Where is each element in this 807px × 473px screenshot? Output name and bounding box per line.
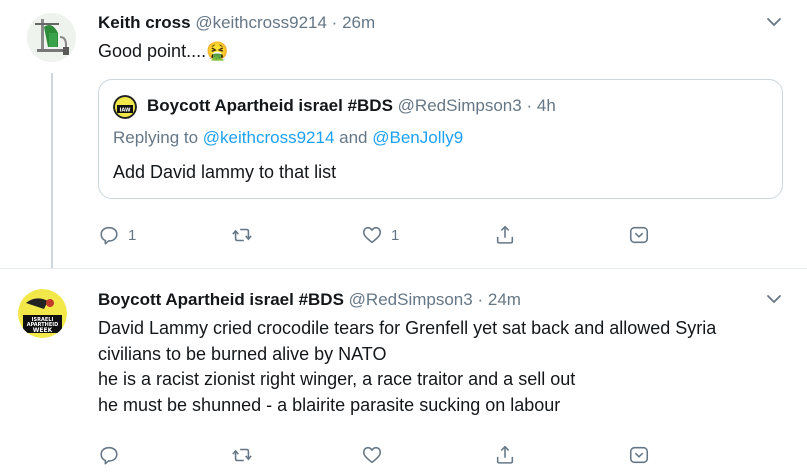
tweet-line: he is a racist zionist right winger, a r… xyxy=(98,369,576,389)
tweet-text: Good point....🤮 xyxy=(98,38,229,64)
reply-icon xyxy=(100,226,118,245)
dm-button[interactable] xyxy=(628,443,650,467)
replying-to-label: Replying to xyxy=(113,128,199,147)
tweet-header: Keith cross @keithcross9214 · 26m xyxy=(98,13,375,33)
svg-text:WEEK: WEEK xyxy=(33,327,53,334)
lab-equipment-icon xyxy=(27,13,76,62)
tweet-line: David Lammy cried crocodile tears for Gr… xyxy=(98,318,717,338)
chevron-down-box-icon xyxy=(629,446,649,464)
heart-icon xyxy=(362,226,382,244)
tweet-time[interactable]: 26m xyxy=(342,13,375,32)
author-handle[interactable]: @RedSimpson3 xyxy=(349,290,473,309)
replying-to: Replying to @keithcross9214 and @BenJoll… xyxy=(113,128,463,148)
share-icon xyxy=(496,445,514,464)
author-name[interactable]: Keith cross xyxy=(98,13,191,32)
share-button[interactable] xyxy=(494,443,516,467)
tweet-keith-cross[interactable]: Keith cross @keithcross9214 · 26m Good p… xyxy=(0,0,807,268)
tweet-header: Boycott Apartheid israel #BDS @RedSimpso… xyxy=(98,290,521,310)
vomit-emoji: 🤮 xyxy=(206,41,229,61)
svg-text:IAW: IAW xyxy=(119,108,131,114)
like-button[interactable] xyxy=(361,443,391,467)
retweet-button[interactable] xyxy=(231,443,261,467)
quoted-time[interactable]: 4h xyxy=(537,96,556,115)
reply-icon xyxy=(100,446,118,465)
tweet-line: civilians to be burned alive by NATO xyxy=(98,343,387,364)
replying-and: and xyxy=(339,128,368,147)
separator: · xyxy=(477,290,484,309)
like-count: 1 xyxy=(391,226,400,244)
chevron-down-icon[interactable] xyxy=(765,13,783,31)
tweet-text-body: Good point.... xyxy=(98,41,207,61)
quoted-header: Boycott Apartheid israel #BDS @RedSimpso… xyxy=(147,96,556,116)
share-button[interactable] xyxy=(494,223,516,247)
retweet-button[interactable] xyxy=(231,223,261,247)
quoted-tweet[interactable]: IAW Boycott Apartheid israel #BDS @RedSi… xyxy=(98,79,783,199)
retweet-icon xyxy=(232,228,252,242)
quoted-author-handle[interactable]: @RedSimpson3 xyxy=(398,96,522,115)
chevron-down-icon[interactable] xyxy=(765,290,783,308)
chevron-down-box-icon xyxy=(629,226,649,244)
separator: · xyxy=(331,13,338,32)
quoted-text: Add David lammy to that list xyxy=(113,162,337,182)
tweet-line: he must be shunned - a blairite parasite… xyxy=(98,394,561,415)
tweet-redsimpson3[interactable]: ISRAELI APARTHEID WEEK Boycott Apartheid… xyxy=(0,268,807,473)
reply-button[interactable] xyxy=(98,443,128,467)
dm-button[interactable] xyxy=(628,223,650,247)
author-handle[interactable]: @keithcross9214 xyxy=(195,13,327,32)
quoted-author-name[interactable]: Boycott Apartheid israel #BDS xyxy=(147,96,393,115)
retweet-icon xyxy=(232,448,252,462)
reply-button[interactable]: 1 xyxy=(98,223,136,247)
thread-line xyxy=(51,73,53,268)
israeli-apartheid-week-icon: IAW xyxy=(113,95,137,119)
mention-benjolly9[interactable]: @BenJolly9 xyxy=(372,128,463,147)
like-button[interactable]: 1 xyxy=(361,223,399,247)
tweet-text: David Lammy cried crocodile tears for Gr… xyxy=(98,316,716,418)
israeli-apartheid-week-icon: ISRAELI APARTHEID WEEK xyxy=(18,289,67,338)
avatar-keith-cross[interactable] xyxy=(27,13,76,62)
share-icon xyxy=(496,225,514,244)
reply-count: 1 xyxy=(128,226,137,244)
avatar-quoted-author: IAW xyxy=(113,95,137,119)
tweet-actions xyxy=(98,443,658,467)
separator: · xyxy=(526,96,533,115)
author-name[interactable]: Boycott Apartheid israel #BDS xyxy=(98,290,344,309)
mention-keithcross9214[interactable]: @keithcross9214 xyxy=(203,128,335,147)
heart-icon xyxy=(362,446,382,464)
tweet-time[interactable]: 24m xyxy=(488,290,521,309)
avatar-redsimpson3[interactable]: ISRAELI APARTHEID WEEK xyxy=(18,289,67,338)
tweet-actions: 1 1 xyxy=(98,223,658,247)
